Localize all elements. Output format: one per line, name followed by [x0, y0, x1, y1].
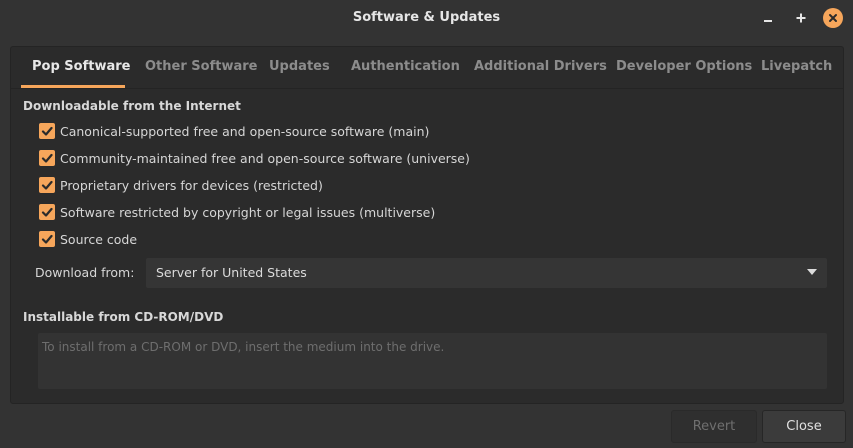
maximize-button[interactable] — [791, 8, 811, 28]
checkbox-label: Community-maintained free and open-sourc… — [60, 150, 470, 166]
active-tab-indicator — [21, 85, 125, 88]
close-window-button[interactable] — [823, 8, 843, 28]
tab-developer-options[interactable]: Developer Options — [616, 59, 752, 74]
checkbox-main[interactable]: Canonical-supported free and open-source… — [39, 122, 429, 140]
checkmark-icon — [39, 177, 55, 193]
tab-updates[interactable]: Updates — [269, 59, 330, 74]
checkmark-icon — [39, 123, 55, 139]
revert-button[interactable]: Revert — [671, 410, 757, 443]
tab-livepatch[interactable]: Livepatch — [761, 59, 832, 74]
checkbox-label: Proprietary drivers for devices (restric… — [60, 177, 323, 193]
close-button[interactable]: Close — [762, 410, 846, 443]
checkmark-icon — [39, 231, 55, 247]
tab-pop-software[interactable]: Pop Software — [32, 59, 130, 74]
window-title: Software & Updates — [352, 10, 501, 25]
tab-bar: Pop Software Other Software Updates Auth… — [11, 47, 843, 89]
notebook: Pop Software Other Software Updates Auth… — [10, 46, 844, 404]
checkbox-restricted[interactable]: Proprietary drivers for devices (restric… — [39, 176, 323, 194]
download-from-label: Download from: — [35, 265, 135, 280]
checkbox-universe[interactable]: Community-maintained free and open-sourc… — [39, 149, 470, 167]
title-bar: Software & Updates — [0, 0, 853, 36]
minimize-button[interactable] — [758, 8, 778, 28]
download-server-value: Server for United States — [156, 265, 307, 280]
tab-additional-drivers[interactable]: Additional Drivers — [474, 59, 607, 74]
tab-authentication[interactable]: Authentication — [351, 59, 460, 74]
checkbox-label: Software restricted by copyright or lega… — [60, 204, 436, 220]
tab-other-software[interactable]: Other Software — [145, 59, 257, 74]
checkbox-label: Source code — [60, 231, 138, 247]
plus-icon — [796, 13, 806, 23]
dropdown-arrow-icon — [807, 269, 817, 275]
download-server-dropdown[interactable]: Server for United States — [146, 258, 827, 288]
download-section-title: Downloadable from the Internet — [23, 99, 241, 113]
close-icon — [829, 14, 837, 22]
checkmark-icon — [39, 204, 55, 220]
checkbox-source-code[interactable]: Source code — [39, 230, 137, 248]
checkmark-icon — [39, 150, 55, 166]
checkbox-label: Canonical-supported free and open-source… — [60, 123, 430, 139]
cdrom-hint: To install from a CD-ROM or DVD, insert … — [42, 340, 445, 354]
cdrom-section-title: Installable from CD-ROM/DVD — [23, 310, 224, 324]
checkbox-multiverse[interactable]: Software restricted by copyright or lega… — [39, 203, 435, 221]
minimize-icon — [764, 20, 772, 22]
cdrom-area: To install from a CD-ROM or DVD, insert … — [38, 333, 827, 389]
